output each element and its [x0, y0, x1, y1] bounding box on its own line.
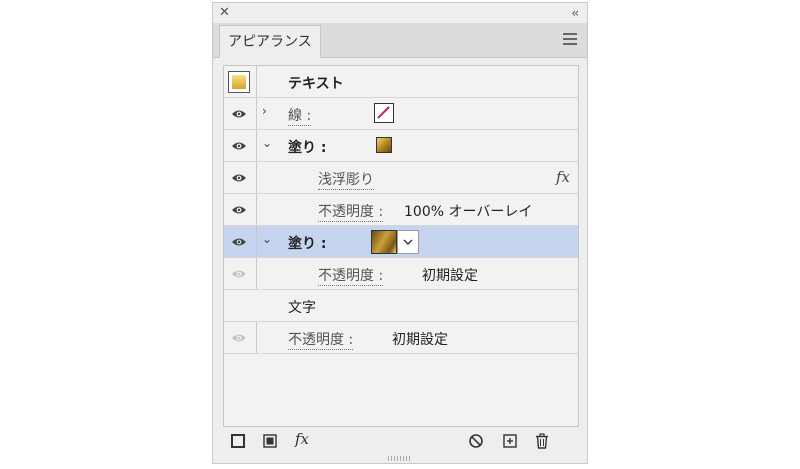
hamburger-menu-icon[interactable]	[563, 33, 577, 48]
row-divider	[256, 258, 257, 289]
resize-grip[interactable]	[388, 456, 412, 461]
object-header-row[interactable]: テキスト	[224, 66, 578, 98]
opacity-label[interactable]: 不透明度 :	[318, 268, 384, 286]
characters-label: 文字	[288, 300, 316, 316]
opacity-row-2[interactable]: 不透明度 : 初期設定	[224, 258, 578, 290]
opacity-value: 100% オーバーレイ	[404, 204, 533, 220]
fill-label[interactable]: 塗り :	[288, 233, 326, 253]
opacity-label[interactable]: 不透明度 :	[288, 332, 354, 350]
stroke-row[interactable]: › 線 :	[224, 98, 578, 130]
visibility-eye-icon[interactable]	[231, 332, 247, 344]
panel-footer: fx	[213, 427, 587, 455]
opacity-value: 初期設定	[422, 268, 478, 284]
add-stroke-icon[interactable]	[229, 432, 247, 450]
tab-appearance[interactable]: アピアランス	[219, 25, 321, 58]
effect-row[interactable]: 浅浮彫り fx	[224, 162, 578, 194]
fill-row-2[interactable]: ⌄ 塗り :	[224, 226, 578, 258]
opacity-label[interactable]: 不透明度 :	[318, 204, 384, 222]
opacity-row-1[interactable]: 不透明度 : 100% オーバーレイ	[224, 194, 578, 226]
chevron-down-icon[interactable]: ⌄	[262, 137, 272, 149]
visibility-eye-icon[interactable]	[231, 108, 247, 120]
object-title: テキスト	[288, 76, 344, 92]
visibility-eye-icon[interactable]	[231, 172, 247, 184]
add-effect-fx-icon[interactable]: fx	[295, 430, 313, 448]
row-divider	[256, 194, 257, 225]
fill-label[interactable]: 塗り :	[288, 137, 326, 157]
fill-gold-swatch[interactable]	[376, 137, 392, 153]
visibility-eye-icon[interactable]	[231, 236, 247, 248]
fill-gradient-swatch[interactable]	[371, 230, 397, 254]
stroke-color-swatch[interactable]	[374, 103, 394, 123]
opacity-value: 初期設定	[392, 332, 448, 348]
panel-titlebar: ✕ ‹‹	[213, 3, 587, 23]
opacity-row-3[interactable]: 不透明度 : 初期設定	[224, 322, 578, 354]
add-fill-icon[interactable]	[261, 432, 279, 450]
close-icon[interactable]: ✕	[219, 4, 230, 22]
appearance-panel: ✕ ‹‹ アピアランス テキスト › 線 : ⌄ 塗り: 浅浮彫り fx 不透…	[212, 2, 588, 464]
trash-icon[interactable]	[533, 432, 551, 450]
appearance-list: テキスト › 線 : ⌄ 塗り : 浅浮彫り fx 不透明度: 100% オー…	[223, 65, 579, 427]
row-divider	[256, 98, 257, 129]
stroke-label[interactable]: 線 :	[288, 108, 312, 126]
fill-row-1[interactable]: ⌄ 塗り :	[224, 130, 578, 162]
visibility-eye-icon[interactable]	[231, 268, 247, 280]
row-divider	[256, 130, 257, 161]
fx-icon[interactable]: fx	[556, 168, 570, 186]
characters-row[interactable]: 文字	[224, 290, 578, 322]
visibility-eye-icon[interactable]	[231, 204, 247, 216]
duplicate-item-icon[interactable]	[501, 432, 519, 450]
row-divider	[256, 322, 257, 353]
row-divider	[256, 162, 257, 193]
swatch-dropdown-button[interactable]	[397, 230, 419, 254]
chevron-down-icon[interactable]: ⌄	[262, 233, 272, 245]
chevron-down-icon	[403, 239, 413, 245]
chevron-right-icon[interactable]: ›	[262, 105, 272, 117]
collapse-panel-icon[interactable]: ‹‹	[571, 4, 578, 22]
visibility-eye-icon[interactable]	[231, 140, 247, 152]
text-thumbnail-icon	[228, 71, 250, 93]
clear-appearance-icon[interactable]	[467, 432, 485, 450]
tab-bar: アピアランス	[213, 23, 587, 58]
effect-label[interactable]: 浅浮彫り	[318, 172, 374, 190]
row-divider	[256, 66, 257, 97]
row-divider	[256, 226, 257, 257]
